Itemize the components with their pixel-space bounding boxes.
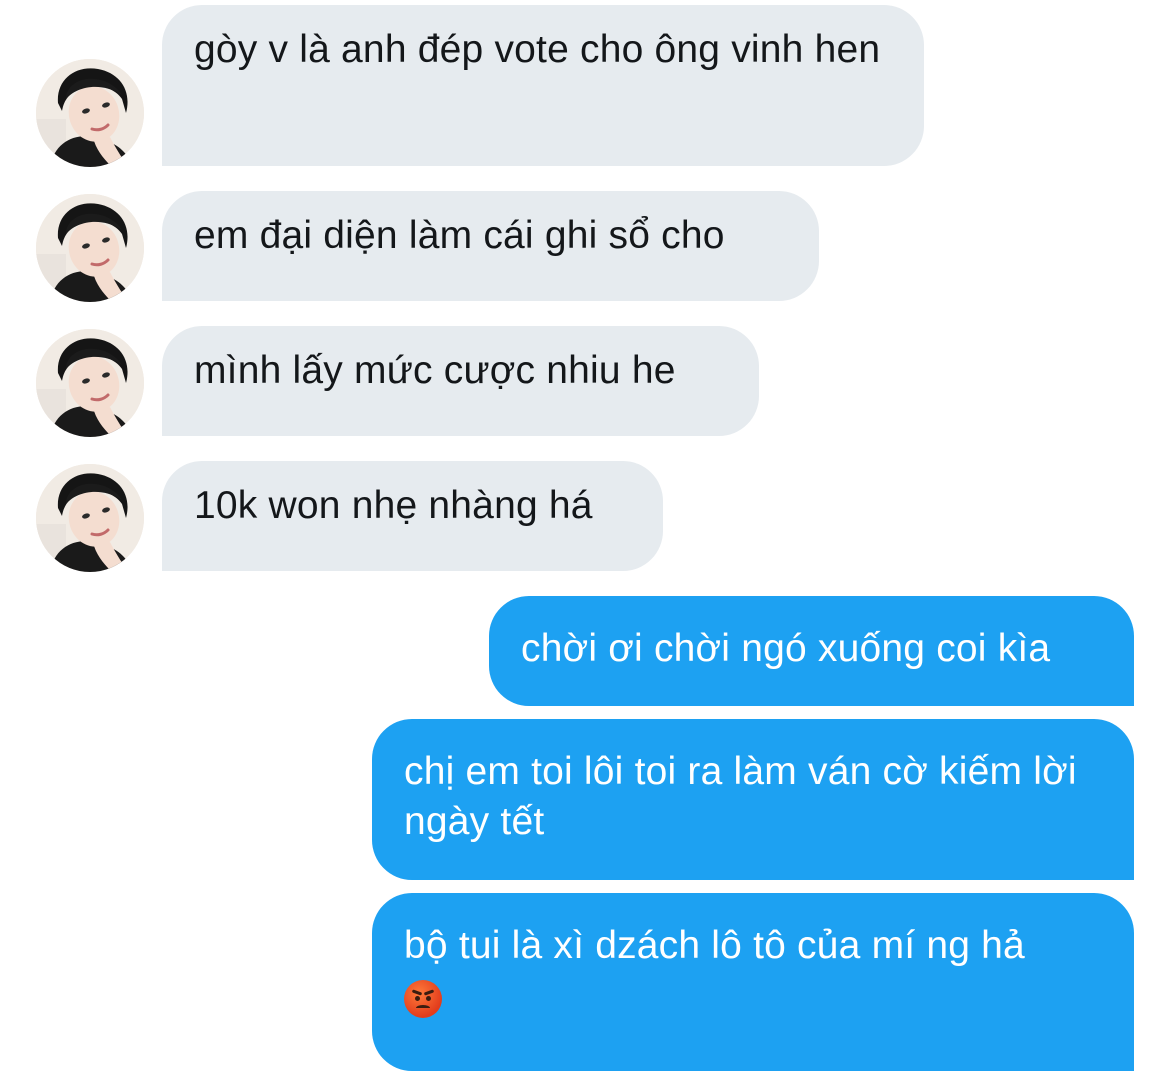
outgoing-message[interactable]: bộ tui là xì dzách lô tô của mí ng hả (372, 893, 1134, 1071)
avatar[interactable] (36, 59, 144, 167)
pouting-face-icon (404, 979, 442, 1018)
avatar[interactable] (36, 194, 144, 302)
message-text: 10k won nhẹ nhàng há (194, 484, 593, 527)
outgoing-message[interactable]: chị em toi lôi toi ra làm ván cờ kiếm lờ… (372, 719, 1134, 880)
profile-photo-icon (36, 59, 144, 167)
incoming-message[interactable]: em đại diện làm cái ghi sổ cho (162, 191, 819, 301)
message-text: chời ơi chời ngó xuống coi kìa (521, 627, 1051, 670)
incoming-message[interactable]: gòy v là anh đép vote cho ông vinh hen (162, 5, 924, 166)
message-text: gòy v là anh đép vote cho ông vinh hen (194, 28, 881, 71)
message-text: em đại diện làm cái ghi sổ cho (194, 214, 725, 257)
profile-photo-icon (36, 329, 144, 437)
outgoing-message[interactable]: chời ơi chời ngó xuống coi kìa (489, 596, 1134, 706)
incoming-message[interactable]: 10k won nhẹ nhàng há (162, 461, 663, 571)
avatar[interactable] (36, 329, 144, 437)
message-text: bộ tui là xì dzách lô tô của mí ng hả (404, 924, 1025, 967)
message-text: chị em toi lôi toi ra làm ván cờ kiếm lờ… (404, 750, 1077, 843)
profile-photo-icon (36, 464, 144, 572)
profile-photo-icon (36, 194, 144, 302)
avatar[interactable] (36, 464, 144, 572)
message-text: mình lấy mức cược nhiu he (194, 349, 676, 392)
incoming-message[interactable]: mình lấy mức cược nhiu he (162, 326, 759, 436)
